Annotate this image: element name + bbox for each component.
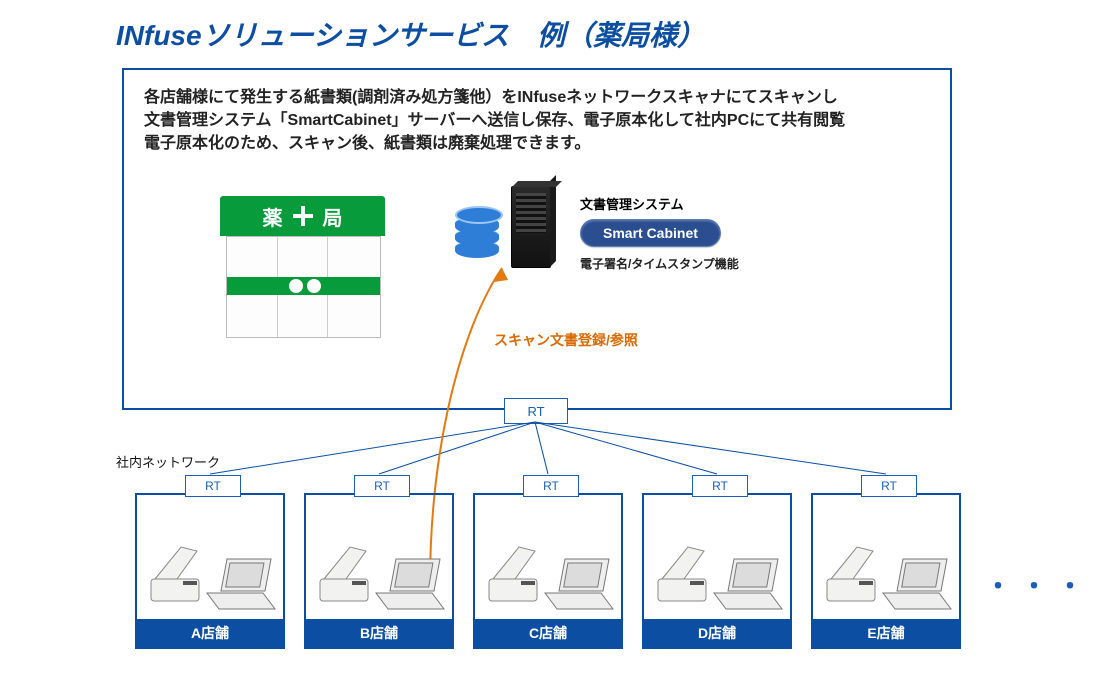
server-tower-icon — [511, 186, 551, 268]
description: 各店舗様にて発生する紙書類(調剤済み処方箋他）をINfuseネットワークスキャナ… — [144, 86, 930, 156]
store-label: B店舗 — [306, 619, 452, 647]
pharmacy-sign-left: 薬 — [263, 202, 283, 231]
store-b: RT B店舗 — [304, 493, 454, 649]
store-router: RT — [861, 475, 917, 497]
store-c: RT C店舗 — [473, 493, 623, 649]
ellipsis: ・・・ — [985, 566, 1093, 603]
network-label: 社内ネットワーク — [116, 452, 220, 471]
store-label: A店舗 — [137, 619, 283, 647]
product-badge: Smart Cabinet — [580, 219, 721, 247]
server-icon — [455, 186, 575, 276]
store-label: E店舗 — [813, 619, 959, 647]
store-router: RT — [354, 475, 410, 497]
scanner-icon — [316, 543, 378, 609]
store-e: RT E店舗 — [811, 493, 961, 649]
store-d: RT D店舗 — [642, 493, 792, 649]
store-router: RT — [523, 475, 579, 497]
desc-line-3: 電子原本化のため、スキャン後、紙書類は廃棄処理できます。 — [144, 135, 590, 152]
central-router: RT — [504, 398, 568, 424]
system-title: 文書管理システム — [580, 194, 739, 213]
store-a: RT A店舗 — [135, 493, 285, 649]
store-label: D店舗 — [644, 619, 790, 647]
store-router: RT — [692, 475, 748, 497]
store-router: RT — [185, 475, 241, 497]
scanner-icon — [654, 543, 716, 609]
desc-line-2: 文書管理システム「SmartCabinet」サーバーへ送信し保存、電子原本化して… — [144, 112, 845, 129]
scanner-icon — [485, 543, 547, 609]
pharmacy-icon: 薬 局 — [220, 196, 385, 346]
laptop-icon — [543, 557, 615, 613]
store-label: C店舗 — [475, 619, 621, 647]
plus-icon — [293, 206, 313, 226]
laptop-icon — [712, 557, 784, 613]
system-subtitle: 電子署名/タイムスタンプ機能 — [580, 255, 739, 272]
system-labels: 文書管理システム Smart Cabinet 電子署名/タイムスタンプ機能 — [580, 194, 739, 272]
laptop-icon — [374, 557, 446, 613]
pharmacy-sign-right: 局 — [323, 202, 343, 231]
laptop-icon — [205, 557, 277, 613]
desc-line-1: 各店舗様にて発生する紙書類(調剤済み処方箋他）をINfuseネットワークスキャナ… — [144, 89, 838, 106]
scanner-icon — [823, 543, 885, 609]
scanner-icon — [147, 543, 209, 609]
page-title: INfuseソリューションサービス 例（薬局様） — [116, 14, 705, 54]
laptop-icon — [881, 557, 953, 613]
database-icon — [455, 206, 499, 256]
scan-flow-label: スキャン文書登録/参照 — [494, 330, 638, 350]
